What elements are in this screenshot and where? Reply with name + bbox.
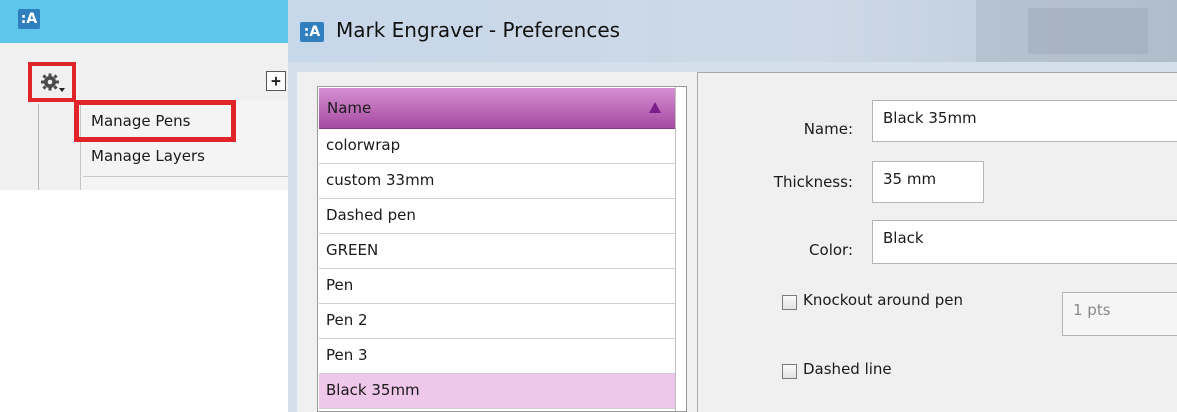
list-scroll-divider [675,87,676,411]
color-label: Color: [809,241,853,259]
list-item-label: Pen 2 [326,311,368,329]
preferences-titlebar: :A Mark Engraver - Preferences [288,0,1177,62]
thickness-label: Thickness: [773,173,853,191]
list-item-label: Pen 3 [326,346,368,364]
list-item[interactable]: Pen [319,269,675,304]
list-item[interactable]: Pen 3 [319,339,675,374]
gear-dropdown-icon [41,73,65,92]
dashed-line-checkbox[interactable] [782,364,797,379]
menu-item-manage-layers[interactable]: Manage Layers [91,147,205,165]
list-header-name[interactable]: Name [319,88,675,129]
knockout-label: Knockout around pen [803,291,964,309]
list-item-label: colorwrap [326,136,401,154]
preferences-content: Name colorwrap custom 33mm Dashed pen GR… [297,72,1177,412]
gear-menu-button[interactable] [28,62,76,102]
name-field[interactable]: Black 35mm [872,100,1177,142]
list-item-label: Pen [326,276,354,294]
list-item[interactable]: custom 33mm [319,164,675,199]
preferences-window: :A Mark Engraver - Preferences Name colo… [288,0,1177,412]
add-button[interactable]: + [266,71,286,91]
list-item-label: custom 33mm [326,171,435,189]
color-field[interactable]: Black [872,220,1177,264]
dashed-line-label: Dashed line [803,360,892,378]
list-header-label: Name [327,99,372,117]
app-logo-icon: :A [300,22,324,42]
sort-ascending-icon [649,102,661,113]
thickness-field[interactable]: 35 mm [872,161,984,203]
titlebar-background-decoration [1028,8,1148,54]
list-item[interactable]: Pen 2 [319,304,675,339]
small-window-titlebar: :A [0,0,288,43]
list-item-label: Black 35mm [326,381,420,399]
pen-properties-panel: Name: Black 35mm Thickness: 35 mm Color:… [697,72,1177,412]
app-logo-icon: :A [18,9,40,29]
menu-separator [83,176,289,177]
list-item-label: Dashed pen [326,206,416,224]
list-item[interactable]: GREEN [319,234,675,269]
preferences-frame: Name colorwrap custom 33mm Dashed pen GR… [288,62,1177,412]
knockout-amount-field[interactable]: 1 pts [1062,292,1177,336]
tree-connector-line [38,104,39,190]
manage-pens-highlight-box [74,100,236,142]
list-item[interactable]: Dashed pen [319,199,675,234]
window-title: Mark Engraver - Preferences [336,18,621,42]
pen-list[interactable]: Name colorwrap custom 33mm Dashed pen GR… [317,86,687,412]
knockout-checkbox[interactable] [782,295,797,310]
list-item-selected[interactable]: Black 35mm [319,374,675,409]
list-item[interactable]: colorwrap [319,129,675,164]
list-item-label: GREEN [326,241,379,259]
name-label: Name: [803,120,853,138]
